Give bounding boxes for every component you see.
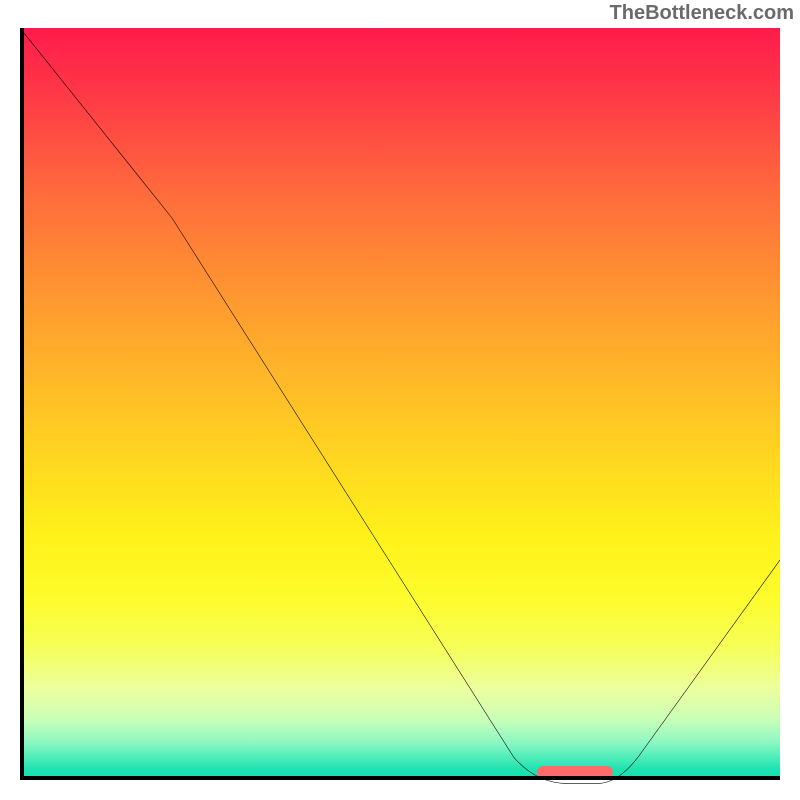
curve-path: [20, 28, 780, 783]
watermark-text: TheBottleneck.com: [610, 2, 794, 25]
bottleneck-curve: [20, 28, 780, 788]
plot-area: [20, 28, 780, 780]
